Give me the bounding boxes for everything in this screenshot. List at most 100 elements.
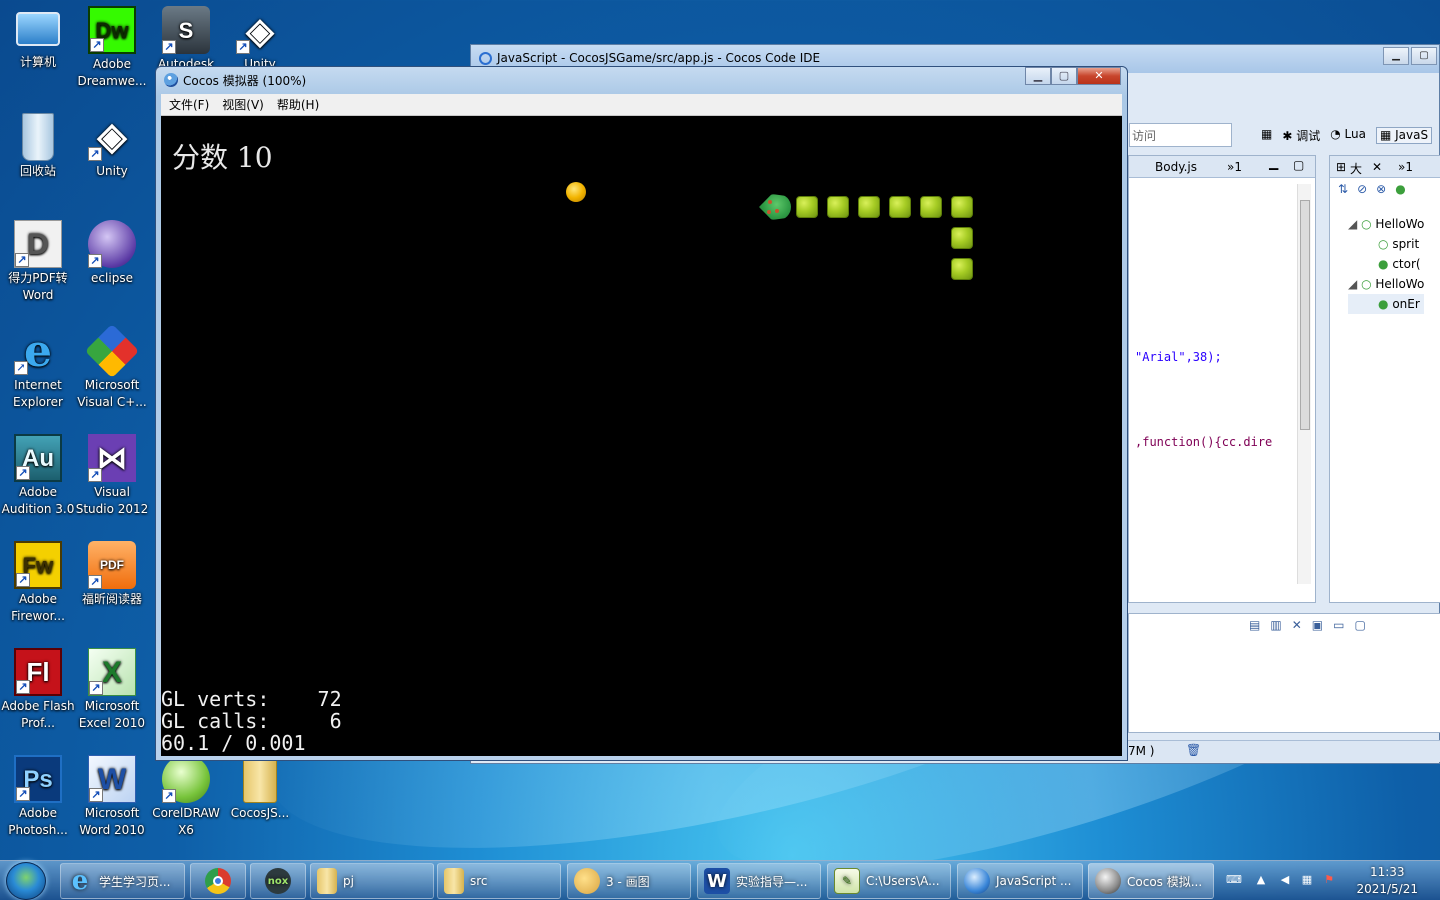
clock[interactable]: 11:33 2021/5/21 <box>1356 864 1418 898</box>
nox-player-icon: nox <box>265 868 291 894</box>
outline-item[interactable]: ◢ ○ HelloWo <box>1348 214 1424 234</box>
network-icon[interactable]: ▦ <box>1300 873 1314 887</box>
game-canvas[interactable]: 分数 10 GL verts: 72 GL calls: 6 60.1 / 0.00… <box>161 116 1122 756</box>
outline-tab-overflow[interactable]: »1 <box>1398 160 1413 174</box>
close-button[interactable]: ✕ <box>1077 67 1121 85</box>
desktop-icon-coreldraw[interactable]: ↗ CorelDRAW X6 <box>148 755 224 839</box>
internet-explorer-icon: e ↗ <box>14 327 62 375</box>
simulator-menubar: 文件(F) 视图(V) 帮助(H) <box>161 94 1122 116</box>
perspective-debug[interactable]: ✱ 调试 <box>1282 127 1320 144</box>
cocos-simulator-window[interactable]: Cocos 模拟器 (100%) ▁ ▢ ✕ 文件(F) 视图(V) 帮助(H)… <box>155 66 1128 761</box>
quick-access-input[interactable]: 访问 <box>1129 123 1232 147</box>
code-line[interactable]: ,function(){cc.dire <box>1135 435 1272 449</box>
ide-minimize-button[interactable]: ▁ <box>1383 47 1409 65</box>
desktop-icon-unity550[interactable]: ◈↗ Unity 5.5.0f3 <box>222 6 298 70</box>
taskbar-item-paint[interactable]: 3 - 画图 <box>567 863 691 899</box>
console-new-icon[interactable]: ▢ <box>1354 618 1365 632</box>
open-perspective-icon[interactable]: ▦ <box>1261 127 1272 144</box>
outline-item[interactable]: ○ sprit <box>1348 234 1424 254</box>
editor-tab-overflow[interactable]: »1 <box>1227 160 1242 174</box>
taskbar-item-word[interactable]: W 实验指导—... <box>697 863 821 899</box>
code-editor[interactable]: Body.js »1 ▁ ▢ "Arial",38); ,function(){… <box>1128 155 1316 603</box>
action-center-icon[interactable]: ⚑ <box>1322 873 1336 887</box>
desktop-icon-excel[interactable]: X ↗ Microsoft Excel 2010 <box>74 648 150 732</box>
desktop-icon-audition[interactable]: Au ↗ Adobe Audition 3.0 <box>0 434 76 518</box>
desktop-icon-visual-studio[interactable]: ⋈ ↗ Visual Studio 2012 <box>74 434 150 518</box>
desktop-icon-visual-cpp[interactable]: Microsoft Visual C+... <box>74 323 150 411</box>
hide-fields-icon[interactable]: ⊘ <box>1357 182 1367 196</box>
desktop-icon-3dsmax[interactable]: S↗ Autodesk 3ds Max <box>148 6 224 70</box>
garbage-collect-icon[interactable]: 🗑 <box>1186 743 1201 757</box>
taskbar-item-cocos-simulator[interactable]: Cocos 模拟... <box>1088 863 1214 899</box>
desktop-icon-unity[interactable]: ◈ ↗ Unity <box>74 113 150 180</box>
desktop-icon-deli-pdf[interactable]: D ↗ 得力PDF转Word <box>0 220 76 304</box>
outline-item-label: HelloWo <box>1375 277 1425 291</box>
keyboard-icon[interactable]: ⌨ <box>1226 873 1242 887</box>
console-remove-icon[interactable]: ✕ <box>1292 618 1302 632</box>
editor-minimize-icon[interactable]: ▁ <box>1269 156 1278 170</box>
taskbar-item-ie[interactable]: e 学生学习页... <box>60 863 185 899</box>
window-controls: ▁ ▢ ✕ <box>1025 67 1121 85</box>
taskbar-item-label: 3 - 画图 <box>606 874 650 889</box>
desktop-icon-cocosjs[interactable]: CocosJS... <box>222 755 298 822</box>
hide-static-icon[interactable]: ⊗ <box>1376 182 1386 196</box>
simulator-titlebar[interactable]: Cocos 模拟器 (100%) ▁ ▢ ✕ <box>156 67 1127 93</box>
desktop-icon-word[interactable]: W ↗ Microsoft Word 2010 <box>74 755 150 839</box>
taskbar-item-pj[interactable]: pj <box>310 863 434 899</box>
desktop-icon-fireworks[interactable]: Fw ↗ Adobe Firewor... <box>0 541 76 625</box>
tab-outline[interactable]: 大 <box>1350 160 1362 177</box>
menu-view[interactable]: 视图(V) <box>222 96 264 113</box>
console-pin-icon[interactable]: ▣ <box>1312 618 1323 632</box>
menu-file[interactable]: 文件(F) <box>169 96 209 113</box>
minimize-button[interactable]: ▁ <box>1025 67 1051 85</box>
code-line[interactable]: "Arial",38); <box>1135 350 1222 364</box>
chrome-icon <box>205 868 231 894</box>
desktop-icon-recycle-bin[interactable]: 回收站 <box>0 113 76 180</box>
taskbar-item-src[interactable]: src <box>437 863 561 899</box>
hide-nonpublic-icon[interactable]: ● <box>1395 182 1405 196</box>
perspective-lua[interactable]: ◔ Lua <box>1330 127 1366 144</box>
outline-close-icon[interactable]: ✕ <box>1372 160 1382 174</box>
folder-icon <box>317 868 337 894</box>
maximize-button[interactable]: ▢ <box>1051 67 1077 85</box>
console-panel[interactable]: ▤ ▥ ✕ ▣ ▭ ▢ <box>1128 613 1440 733</box>
console-clear-icon[interactable]: ▤ <box>1249 618 1260 632</box>
console-display-icon[interactable]: ▭ <box>1333 618 1344 632</box>
taskbar-item-label: pj <box>343 874 354 888</box>
ide-status-bar: 7M ) 🗑 <box>1128 740 1440 762</box>
show-hidden-icons-icon[interactable]: ▲ <box>1254 873 1268 887</box>
heap-status: 7M ) <box>1128 744 1155 758</box>
desktop-icon-flash[interactable]: Fl ↗ Adobe Flash Prof... <box>0 648 76 732</box>
desktop-icon-photoshop[interactable]: Ps ↗ Adobe Photosh... <box>0 755 76 839</box>
outline-panel[interactable]: ⊞ 大 ✕ »1 ⇅ ⊘ ⊗ ● ◢ ○ HelloWo ○ sprit ● c… <box>1329 155 1440 603</box>
tab-body-js[interactable]: Body.js <box>1155 160 1197 174</box>
excel-icon: X ↗ <box>88 648 136 696</box>
outline-item[interactable]: ● ctor( <box>1348 254 1424 274</box>
recycle-bin-icon <box>22 113 54 161</box>
desktop-icon-dreamweaver[interactable]: Dw ↗ Adobe Dreamwe... <box>74 6 150 90</box>
taskbar: e 学生学习页... nox pj src 3 - 画图 W 实验指导—... … <box>0 860 1440 900</box>
perspective-javascript[interactable]: ▦ JavaS <box>1375 127 1433 144</box>
ide-maximize-button[interactable]: ▢ <box>1411 47 1437 65</box>
start-button[interactable] <box>6 862 46 900</box>
menu-help[interactable]: 帮助(H) <box>277 96 319 113</box>
outline-item[interactable]: ◢ ○ HelloWo <box>1348 274 1424 294</box>
desktop-icon-label: 福昕阅读器 <box>81 592 142 606</box>
taskbar-item-notepad[interactable]: ✎ C:\Users\A... <box>827 863 951 899</box>
taskbar-item-cocos-ide[interactable]: JavaScript ... <box>957 863 1083 899</box>
taskbar-item-nox[interactable]: nox <box>250 863 306 899</box>
volume-icon[interactable]: ◀ <box>1278 873 1292 887</box>
taskbar-item-chrome[interactable] <box>190 863 246 899</box>
sort-icon[interactable]: ⇅ <box>1338 182 1348 196</box>
desktop-icon-eclipse[interactable]: ↗ eclipse <box>74 220 150 287</box>
outline-tabs: ⊞ 大 ✕ »1 <box>1330 156 1440 178</box>
desktop-icon-foxit[interactable]: PDF ↗ 福昕阅读器 <box>74 541 150 608</box>
outline-item[interactable]: ● onEr <box>1348 294 1425 314</box>
scrollbar-thumb[interactable] <box>1300 200 1310 430</box>
console-scroll-lock-icon[interactable]: ▥ <box>1270 618 1281 632</box>
desktop-icon-computer[interactable]: 计算机 <box>0 6 76 71</box>
desktop-icon-ie[interactable]: e ↗ Internet Explorer <box>0 327 76 411</box>
editor-vertical-scrollbar[interactable] <box>1297 184 1311 584</box>
editor-maximize-icon[interactable]: ▢ <box>1293 158 1304 172</box>
gl-calls: GL calls: 6 <box>161 709 342 733</box>
